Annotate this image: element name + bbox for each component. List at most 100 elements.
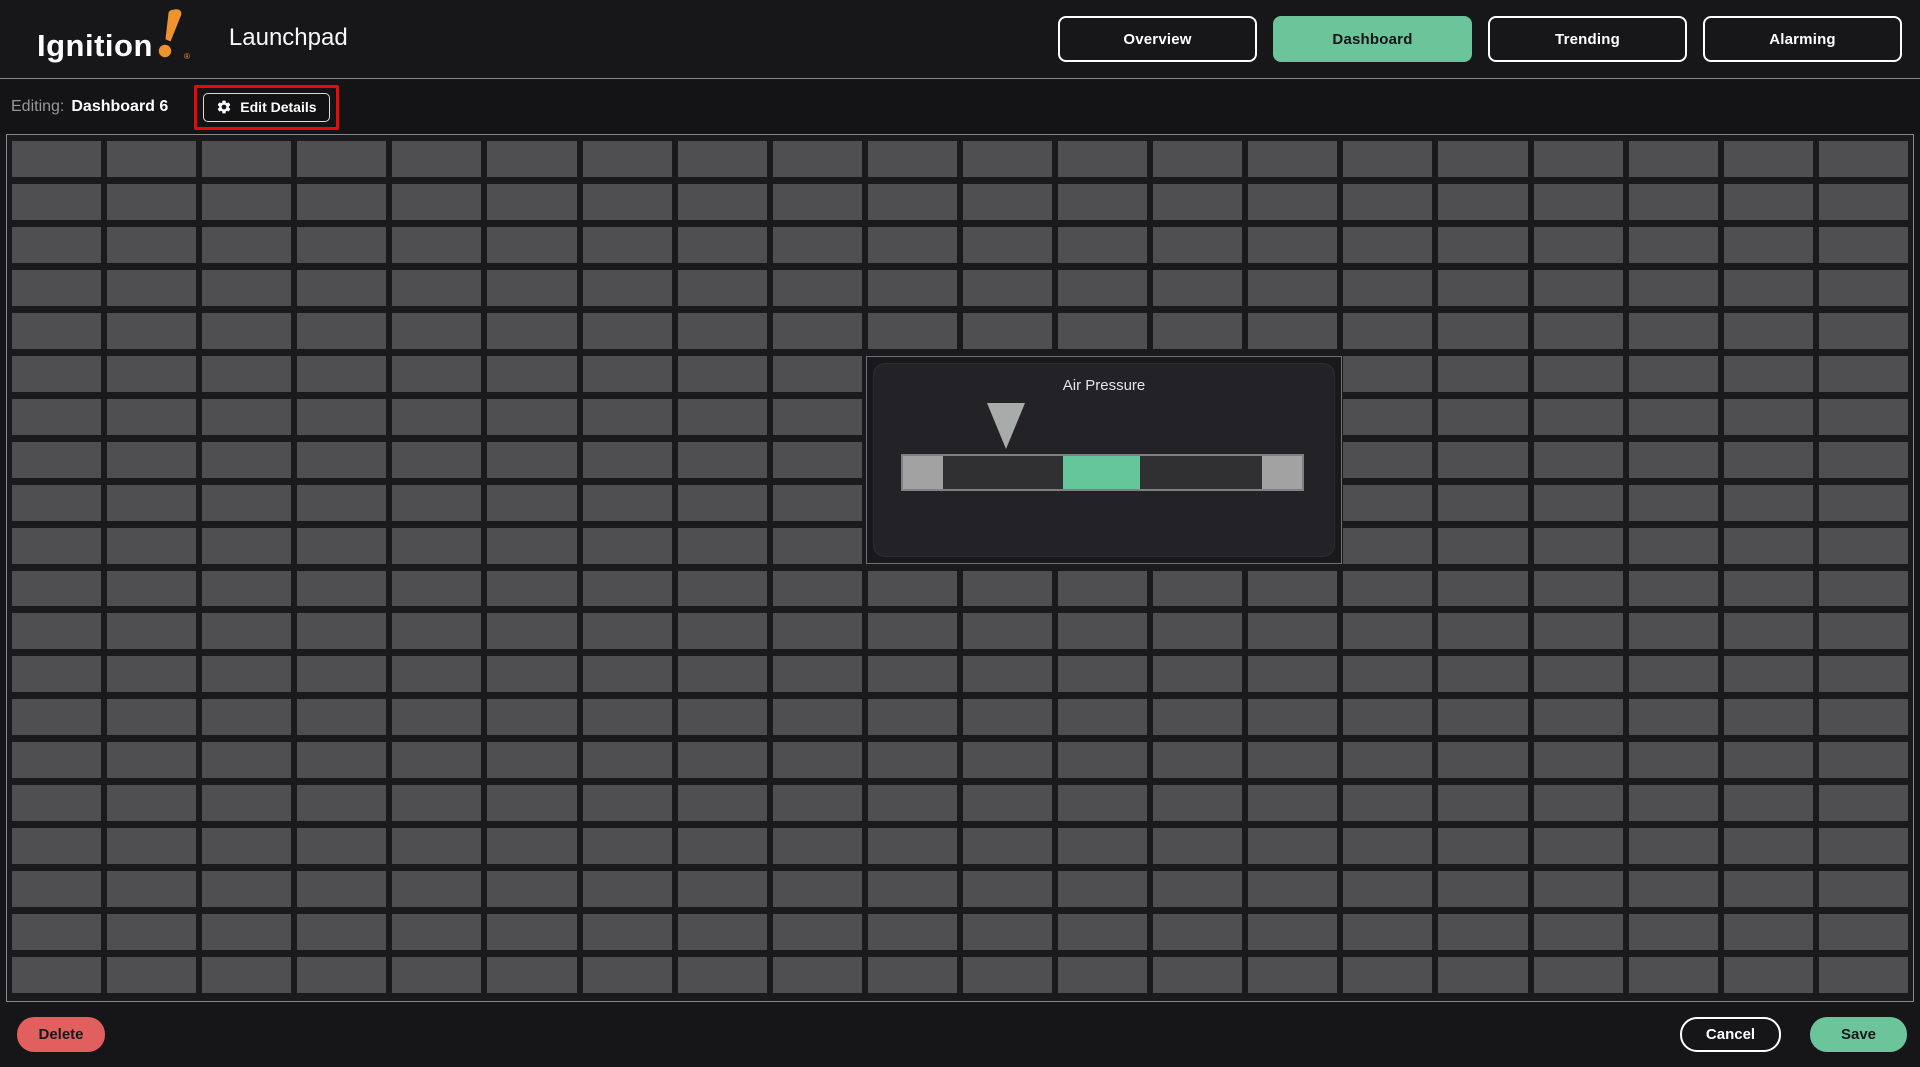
grid-cell[interactable]	[1058, 184, 1147, 220]
grid-cell[interactable]	[1058, 742, 1147, 778]
grid-cell[interactable]	[868, 656, 957, 692]
grid-cell[interactable]	[1724, 442, 1813, 478]
grid-cell[interactable]	[107, 270, 196, 306]
grid-cell[interactable]	[297, 957, 386, 993]
grid-cell[interactable]	[1248, 270, 1337, 306]
grid-cell[interactable]	[1343, 485, 1432, 521]
grid-cell[interactable]	[1629, 613, 1718, 649]
grid-cell[interactable]	[392, 227, 481, 263]
grid-cell[interactable]	[583, 699, 672, 735]
grid-cell[interactable]	[1343, 571, 1432, 607]
grid-cell[interactable]	[1819, 613, 1908, 649]
grid-cell[interactable]	[963, 184, 1052, 220]
grid-cell[interactable]	[1153, 914, 1242, 950]
save-button[interactable]: Save	[1810, 1017, 1907, 1052]
grid-cell[interactable]	[868, 270, 957, 306]
grid-cell[interactable]	[868, 699, 957, 735]
grid-cell[interactable]	[107, 957, 196, 993]
grid-cell[interactable]	[678, 571, 767, 607]
grid-cell[interactable]	[583, 270, 672, 306]
grid-cell[interactable]	[583, 227, 672, 263]
grid-cell[interactable]	[12, 399, 101, 435]
grid-cell[interactable]	[392, 141, 481, 177]
grid-cell[interactable]	[773, 442, 862, 478]
cancel-button[interactable]: Cancel	[1680, 1017, 1781, 1052]
grid-cell[interactable]	[202, 141, 291, 177]
grid-cell[interactable]	[678, 184, 767, 220]
grid-cell[interactable]	[487, 571, 576, 607]
grid-cell[interactable]	[773, 356, 862, 392]
grid-cell[interactable]	[107, 571, 196, 607]
grid-cell[interactable]	[1534, 141, 1623, 177]
grid-cell[interactable]	[202, 528, 291, 564]
grid-cell[interactable]	[1819, 699, 1908, 735]
grid-cell[interactable]	[678, 442, 767, 478]
grid-cell[interactable]	[1438, 742, 1527, 778]
grid-cell[interactable]	[963, 699, 1052, 735]
grid-cell[interactable]	[202, 227, 291, 263]
grid-cell[interactable]	[963, 828, 1052, 864]
grid-cell[interactable]	[12, 227, 101, 263]
grid-cell[interactable]	[868, 785, 957, 821]
grid-cell[interactable]	[107, 528, 196, 564]
grid-cell[interactable]	[773, 485, 862, 521]
grid-cell[interactable]	[1629, 571, 1718, 607]
grid-cell[interactable]	[1629, 184, 1718, 220]
delete-button[interactable]: Delete	[17, 1017, 105, 1052]
grid-cell[interactable]	[678, 785, 767, 821]
grid-cell[interactable]	[1343, 785, 1432, 821]
grid-cell[interactable]	[1819, 141, 1908, 177]
grid-cell[interactable]	[1724, 313, 1813, 349]
grid-cell[interactable]	[1534, 227, 1623, 263]
grid-cell[interactable]	[487, 141, 576, 177]
grid-cell[interactable]	[1343, 313, 1432, 349]
grid-cell[interactable]	[392, 785, 481, 821]
grid-cell[interactable]	[1343, 227, 1432, 263]
grid-cell[interactable]	[1248, 656, 1337, 692]
grid-cell[interactable]	[1724, 270, 1813, 306]
grid-cell[interactable]	[1153, 957, 1242, 993]
grid-cell[interactable]	[773, 184, 862, 220]
grid-cell[interactable]	[1343, 270, 1432, 306]
grid-cell[interactable]	[1629, 442, 1718, 478]
grid-cell[interactable]	[1153, 785, 1242, 821]
grid-cell[interactable]	[1819, 442, 1908, 478]
grid-cell[interactable]	[12, 313, 101, 349]
grid-cell[interactable]	[1438, 141, 1527, 177]
grid-cell[interactable]	[773, 528, 862, 564]
grid-cell[interactable]	[392, 270, 481, 306]
grid-cell[interactable]	[107, 699, 196, 735]
grid-cell[interactable]	[868, 742, 957, 778]
grid-cell[interactable]	[202, 485, 291, 521]
grid-cell[interactable]	[773, 914, 862, 950]
grid-cell[interactable]	[1629, 785, 1718, 821]
grid-cell[interactable]	[1153, 656, 1242, 692]
grid-cell[interactable]	[678, 399, 767, 435]
grid-cell[interactable]	[12, 528, 101, 564]
grid-cell[interactable]	[12, 141, 101, 177]
grid-cell[interactable]	[1819, 871, 1908, 907]
grid-cell[interactable]	[773, 141, 862, 177]
grid-cell[interactable]	[678, 485, 767, 521]
grid-cell[interactable]	[1819, 227, 1908, 263]
grid-cell[interactable]	[1438, 613, 1527, 649]
grid-cell[interactable]	[297, 571, 386, 607]
grid-cell[interactable]	[487, 442, 576, 478]
grid-cell[interactable]	[678, 613, 767, 649]
grid-cell[interactable]	[963, 270, 1052, 306]
grid-cell[interactable]	[1438, 528, 1527, 564]
grid-cell[interactable]	[678, 742, 767, 778]
grid-cell[interactable]	[487, 528, 576, 564]
grid-cell[interactable]	[487, 656, 576, 692]
grid-cell[interactable]	[1724, 184, 1813, 220]
grid-cell[interactable]	[487, 485, 576, 521]
grid-cell[interactable]	[1438, 227, 1527, 263]
grid-cell[interactable]	[107, 485, 196, 521]
grid-cell[interactable]	[202, 184, 291, 220]
grid-cell[interactable]	[1629, 742, 1718, 778]
grid-cell[interactable]	[1058, 785, 1147, 821]
grid-cell[interactable]	[963, 871, 1052, 907]
grid-cell[interactable]	[297, 184, 386, 220]
grid-cell[interactable]	[1058, 141, 1147, 177]
grid-cell[interactable]	[487, 613, 576, 649]
